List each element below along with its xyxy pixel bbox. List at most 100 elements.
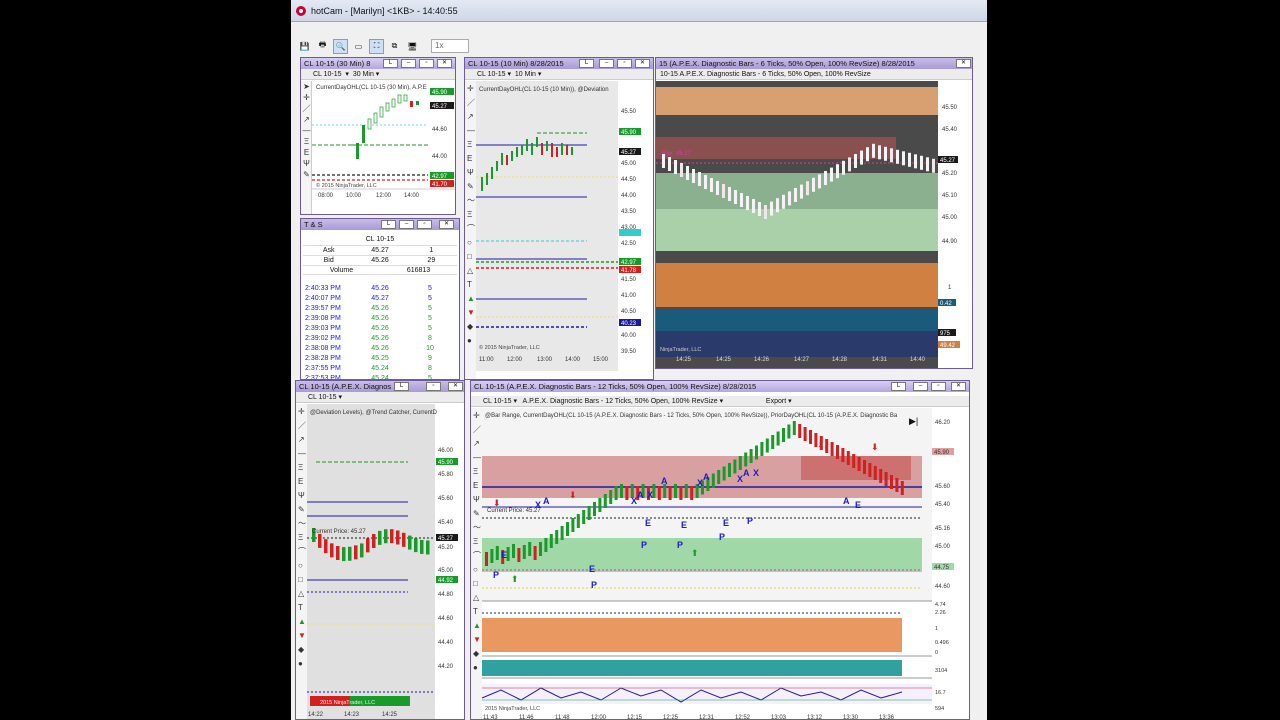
price-axis-label: 45.10	[942, 193, 958, 199]
volume-value: 616813	[406, 267, 431, 274]
link-button[interactable]: L	[383, 59, 398, 68]
print-icon[interactable]: 🖶	[315, 39, 330, 54]
trade-time: 2:39:57 PM	[305, 305, 341, 312]
close-button[interactable]: ✕	[635, 59, 650, 68]
window-icon[interactable]: ▭	[351, 39, 366, 54]
time-label: 14:25	[382, 712, 398, 718]
export-button[interactable]: Export	[766, 398, 786, 405]
magnify-icon[interactable]: 🔍	[333, 38, 348, 54]
svg-text:〜: 〜	[298, 519, 306, 528]
trade-price: 45.26	[371, 335, 389, 342]
link-button[interactable]: L	[579, 59, 594, 68]
svg-text:⬇: ⬇	[569, 490, 577, 500]
svg-text:⬇: ⬇	[871, 442, 879, 452]
svg-text:E: E	[467, 154, 472, 163]
instrument-label[interactable]: CL 10-15	[477, 71, 506, 78]
text-icon[interactable]: E	[301, 147, 312, 158]
svg-text:P: P	[493, 570, 499, 580]
price-axis-label: 45.40	[942, 127, 958, 133]
cross-icon[interactable]: ✛	[301, 92, 312, 103]
trade-price: 45.26	[371, 325, 389, 332]
trade-list[interactable]: 2:40:33 PM 45.26 5 2:40:07 PM 45.27 5 2:39:57 …	[305, 284, 455, 379]
minimize-button[interactable]: –	[401, 59, 416, 68]
maximize-button[interactable]: ▫	[426, 382, 441, 391]
diag-bar	[539, 542, 542, 556]
diag-bar	[812, 177, 815, 192]
link-button[interactable]: L	[891, 382, 906, 391]
instrument-label[interactable]: CL 10-15	[308, 394, 337, 401]
close-button[interactable]: ✕	[951, 382, 966, 391]
svg-text:◆: ◆	[467, 322, 474, 331]
diag-bar	[680, 163, 683, 177]
time-label: 14:27	[794, 357, 810, 363]
trade-size: 5	[428, 305, 432, 312]
diag-12tick-plot[interactable]: ✛／↗—ΞEΨ✎〜Ξ⌒○□△T▲▼◆● @Bar Range, CurrentD…	[471, 408, 970, 720]
time-label: 14:25	[676, 357, 692, 363]
maximize-button[interactable]: ▫	[419, 59, 434, 68]
line-icon[interactable]: ／	[301, 103, 312, 114]
minimize-button[interactable]: –	[599, 59, 614, 68]
price-axis-label: 45.40	[935, 502, 951, 508]
svg-text:T: T	[473, 607, 478, 616]
svg-text:／: ／	[467, 98, 475, 107]
link-button[interactable]: L	[394, 382, 409, 391]
zoom-select[interactable]: 1x	[431, 39, 469, 53]
fit-icon[interactable]: ⛶	[369, 38, 384, 54]
monitor-icon[interactable]: 🖥	[405, 39, 420, 54]
maximize-button[interactable]: ▫	[931, 382, 946, 391]
hline-icon[interactable]: —	[301, 125, 312, 136]
current-price-label: Current Price: 45.27	[312, 529, 366, 535]
minimize-button[interactable]: –	[399, 220, 414, 229]
diag-bar	[782, 428, 785, 442]
maximize-button[interactable]: ▫	[617, 59, 632, 68]
ts-instrument: CL 10-15	[365, 236, 395, 243]
diag-small-plot[interactable]: ✛／↗—ΞEΨ✎〜Ξ⌒○□△T▲▼◆● @Deviation Levels), …	[296, 404, 465, 720]
trade-size: 5	[428, 285, 432, 292]
close-button[interactable]: ✕	[439, 220, 454, 229]
cursor-icon[interactable]: ➤	[301, 81, 312, 92]
diag-bar	[593, 502, 596, 516]
chart-10min-plot[interactable]: ✛／↗—ΞEΨ✎〜Ξ⌒○□△T▲▼◆● CurrentDayOHL(CL 10-…	[465, 81, 654, 380]
pitch-icon[interactable]: Ψ	[301, 158, 312, 169]
svg-text:▲: ▲	[298, 617, 306, 626]
close-button[interactable]: ✕	[437, 59, 452, 68]
svg-text:✛: ✛	[473, 411, 480, 420]
pen-icon[interactable]: ✎	[301, 169, 312, 180]
diag-bar	[408, 535, 412, 550]
diag-bar	[787, 424, 791, 439]
ray-icon[interactable]: ↗	[301, 114, 312, 125]
fib-icon[interactable]: Ξ	[301, 136, 312, 147]
price-axis-label: 41.00	[621, 293, 637, 299]
diag-bar	[854, 154, 857, 168]
price-tag-low: 44.75	[934, 565, 950, 571]
link-button[interactable]: L	[381, 220, 396, 229]
svg-text:Ξ: Ξ	[298, 463, 303, 472]
interval-label[interactable]: 10 Min	[515, 71, 536, 78]
time-label: 12:31	[699, 715, 715, 720]
copy-icon[interactable]: ⧉	[387, 39, 402, 54]
save-icon[interactable]: 💾	[297, 39, 312, 54]
close-button[interactable]: ✕	[448, 382, 463, 391]
instrument-label[interactable]: CL 10-15	[483, 398, 512, 405]
interval-label[interactable]: 30 Min	[353, 71, 374, 78]
play-icon[interactable]: ▶|	[909, 416, 918, 426]
diag-bar	[522, 545, 526, 559]
trade-time: 2:38:08 PM	[305, 345, 341, 352]
svg-text:⬇: ⬇	[493, 498, 501, 508]
trade-time: 2:40:07 PM	[305, 295, 341, 302]
price-tag-high: 45.90	[621, 130, 637, 136]
diag-6tick-plot[interactable]: Rex: 45.27 45.50 45.40 45.20 45.10 45.00…	[656, 81, 973, 369]
sub-tag: 0.42	[940, 301, 952, 307]
close-button[interactable]: ✕	[956, 59, 971, 68]
minimize-button[interactable]: –	[913, 382, 928, 391]
bar-type-label[interactable]: A.P.E.X. Diagnostic Bars - 12 Ticks, 50%…	[522, 398, 717, 405]
diag-bar	[609, 490, 613, 504]
instrument-label[interactable]: CL 10-15	[313, 71, 342, 78]
diag-bar	[490, 549, 494, 563]
maximize-button[interactable]: ▫	[417, 220, 432, 229]
chart-30min-plot[interactable]: CurrentDayOHL(CL 10-15 (30 Min), A.P.E 4…	[312, 81, 456, 215]
diag-bar	[809, 430, 812, 444]
diag-bar	[698, 172, 701, 186]
price-axis-label: 44.60	[935, 584, 951, 590]
price-axis-label: 46.00	[438, 448, 454, 454]
